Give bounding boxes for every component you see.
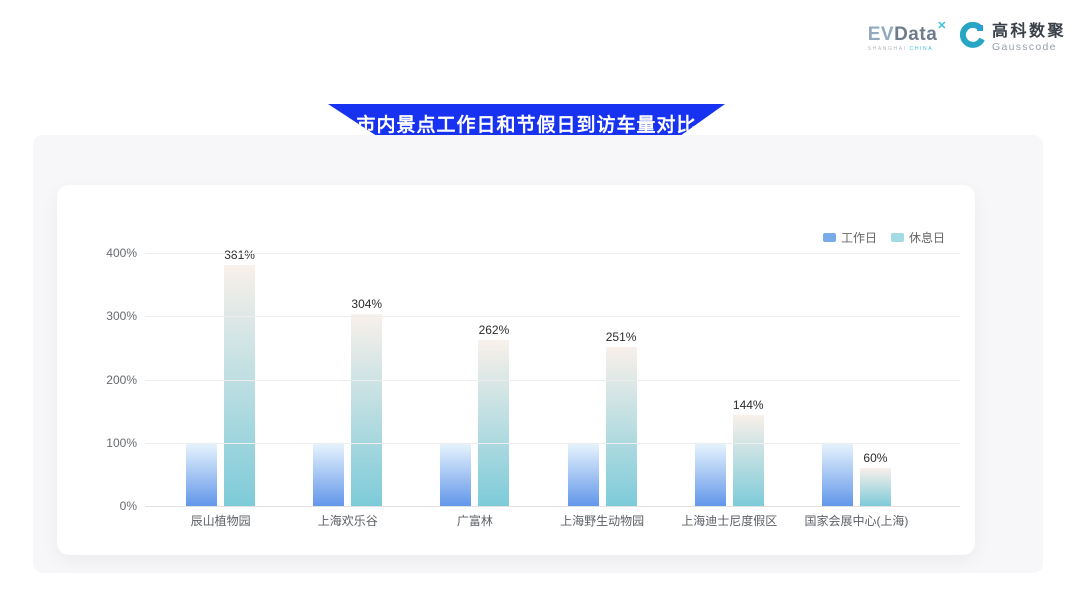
legend-label-restday: 休息日 — [909, 229, 945, 246]
x-axis-label: 广富林 — [411, 512, 538, 529]
x-axis-label: 辰山植物园 — [157, 512, 284, 529]
bar-value-label: 304% — [351, 297, 382, 311]
bar-value-label: 251% — [606, 330, 637, 344]
evdata-sub-china: CHINA — [910, 46, 934, 52]
y-axis-tick: 100% — [93, 436, 137, 450]
evdata-subtext: SHANGHAI CHINA — [868, 46, 947, 52]
bar-restday — [224, 265, 255, 506]
bar-value-label: 381% — [224, 248, 255, 262]
x-axis-label: 上海欢乐谷 — [284, 512, 411, 529]
plot-area: 381%304%262%251%144%60% — [145, 253, 960, 506]
gridline — [145, 443, 960, 444]
bar-workday — [440, 443, 471, 506]
x-axis-label: 国家会展中心(上海) — [793, 512, 920, 529]
y-axis-tick: 400% — [93, 246, 137, 260]
evdata-x-icon: ✕ — [937, 20, 947, 32]
x-axis-labels: 辰山植物园上海欢乐谷广富林上海野生动物园上海迪士尼度假区国家会展中心(上海) — [157, 512, 920, 529]
gridline — [145, 253, 960, 254]
page-title: 市内景点工作日和节假日到访车量对比 — [356, 110, 696, 137]
bar-value-label: 60% — [863, 451, 887, 465]
x-axis-label: 上海野生动物园 — [539, 512, 666, 529]
bar-value-label: 144% — [733, 398, 764, 412]
bar-workday — [186, 443, 217, 506]
header-logos: EVData✕ SHANGHAI CHINA 高科数聚 Gausscode — [868, 22, 1066, 54]
y-axis-tick: 0% — [93, 499, 137, 513]
gridline — [145, 316, 960, 317]
evdata-wordmark: EVData✕ — [868, 25, 947, 44]
gausscode-en-label: Gausscode — [992, 41, 1066, 53]
x-axis-label: 上海迪士尼度假区 — [666, 512, 793, 529]
bar-restday — [478, 340, 509, 506]
legend-item-restday[interactable]: 休息日 — [891, 229, 945, 246]
chart-card: 工作日 休息日 381% 304% 262% 251% 144% 60% 辰山植物园上海欢… — [57, 185, 975, 555]
gridline — [145, 380, 960, 381]
bar-workday — [695, 443, 726, 506]
evdata-data-text: Data — [894, 24, 937, 45]
legend-swatch-workday — [823, 233, 836, 242]
gridline — [145, 506, 960, 507]
bar-value-label: 262% — [479, 323, 510, 337]
bar-workday — [822, 443, 853, 506]
bar-workday — [568, 443, 599, 506]
legend-label-workday: 工作日 — [841, 229, 877, 246]
bar-restday — [606, 347, 637, 506]
legend-item-workday[interactable]: 工作日 — [823, 229, 877, 246]
gausscode-text: 高科数聚 Gausscode — [992, 23, 1066, 53]
bar-restday — [860, 468, 891, 506]
gausscode-cn-label: 高科数聚 — [992, 23, 1066, 41]
y-axis-tick: 300% — [93, 309, 137, 323]
evdata-sub-shanghai: SHANGHAI — [868, 46, 907, 52]
gausscode-logo: 高科数聚 Gausscode — [959, 22, 1066, 54]
chart-legend: 工作日 休息日 — [823, 229, 945, 246]
evdata-logo: EVData✕ SHANGHAI CHINA — [868, 22, 947, 52]
bar-restday — [733, 415, 764, 506]
bar-restday — [351, 314, 382, 506]
evdata-ev-text: EV — [868, 24, 894, 45]
legend-swatch-restday — [891, 233, 904, 242]
bar-workday — [313, 443, 344, 506]
y-axis-tick: 200% — [93, 373, 137, 387]
gausscode-g-icon — [959, 22, 986, 54]
